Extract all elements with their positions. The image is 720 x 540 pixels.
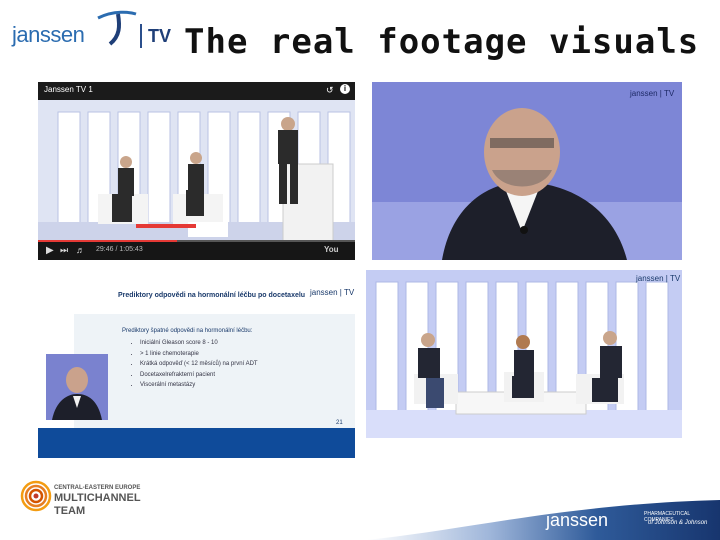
panel-discussion-image (366, 270, 682, 438)
cee-line-1: CENTRAL-EASTERN EUROPE (54, 485, 141, 491)
logo-brand-text: janssen (12, 22, 85, 47)
slide-page-number: 21 (336, 420, 343, 426)
video-player-panel[interactable]: Janssen TV 1 ↺ i ▶ ⏭ ♬ 29:46 / 1:05:43 Y… (38, 82, 355, 260)
slide-bullet: Iniciální Gleason score 8 - 10 (140, 338, 258, 349)
pip-speaker-box (46, 354, 108, 420)
footer-jj-line: of Johnson & Johnson (648, 520, 708, 526)
next-icon[interactable]: ⏭ (60, 245, 68, 256)
time-display: 29:46 / 1:05:43 (96, 246, 143, 253)
slide-bottom-band (38, 428, 355, 458)
slide-bullet: > 1 linie chemoterapie (140, 349, 258, 360)
fingerprint-icon (20, 480, 52, 512)
janssen-swoosh-icon (97, 10, 137, 46)
logo-tv-text: TV (148, 26, 172, 46)
closeup-watermark: janssen | TV (630, 89, 675, 98)
share-icon[interactable]: ↺ (326, 85, 334, 96)
panel-discussion-panel: janssen | TV (366, 270, 682, 438)
slide-bullet-list: Iniciální Gleason score 8 - 10 > 1 linie… (132, 338, 258, 391)
speaker-closeup-image (372, 82, 682, 260)
slide-panel: Prediktory odpovědi na hormonální léčbu … (38, 272, 355, 458)
slide-bullet: Krátká odpověď (< 12 měsíců) na první AD… (140, 359, 258, 370)
janssen-footer-band: janssen PHARMACEUTICAL COMPANIES of John… (366, 500, 720, 540)
channel-title: Janssen TV 1 (44, 85, 93, 94)
slide-bullet: Docetaxelrefrakterní pacient (140, 370, 258, 381)
footer-janssen-text: janssen (546, 510, 609, 530)
pip-speaker-image (52, 367, 102, 420)
slide-heading: Prediktory odpovědi na hormonální léčbu … (118, 292, 306, 299)
cee-multichannel-team-logo: CENTRAL-EASTERN EUROPE MULTICHANNEL TEAM (20, 478, 180, 526)
youtube-logo-icon[interactable]: You (324, 245, 339, 254)
player-title-bar: Janssen TV 1 ↺ i (38, 82, 355, 100)
slide-watermark: janssen | TV (310, 288, 355, 297)
slide-bullet: Viscerální metastázy (140, 380, 258, 391)
janssen-tv-logo: janssen TV (12, 8, 172, 56)
volume-icon[interactable]: ♬ (76, 245, 85, 255)
play-icon[interactable]: ▶ (46, 245, 54, 256)
info-icon[interactable]: i (340, 84, 350, 94)
slide-subheading: Prediktory špatné odpovědi na hormonální… (122, 328, 253, 334)
cee-line-2: MULTICHANNEL (54, 492, 141, 504)
slide-title: The real footage visuals (184, 22, 700, 62)
studio-scene (38, 100, 355, 245)
panel-watermark: janssen | TV (636, 274, 681, 283)
player-controls: ▶ ⏭ ♬ 29:46 / 1:05:43 You (38, 242, 355, 260)
logo-separator (140, 24, 142, 48)
presentation-slide: Prediktory odpovědi na hormonální léčbu … (74, 292, 355, 430)
cee-line-3: TEAM (54, 505, 86, 517)
speaker-closeup-panel: janssen | TV (372, 82, 682, 260)
